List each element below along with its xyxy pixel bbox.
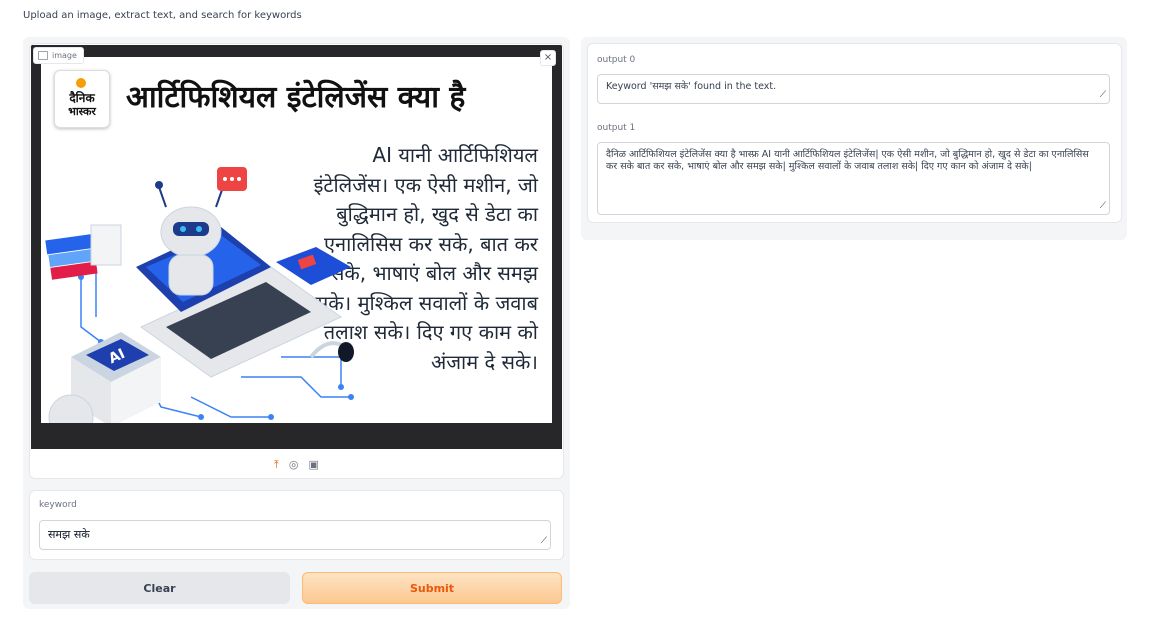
image-label-text: image [52,51,77,60]
image-source-toolbar: ⤒ ◎ ▣ [30,451,563,478]
image-icon [38,51,48,60]
submit-button[interactable]: Submit [302,572,562,604]
image-headline: आर्टिफिशियल इंटेलिजेंस क्या है [126,80,466,115]
output-0-value: Keyword 'समझ सके' found in the text. [606,81,777,92]
newspaper-logo: दैनिक भास्कर [54,70,110,128]
resize-handle-icon[interactable]: ⟋ [541,537,547,546]
image-upload-block[interactable]: image × दैनिक भास्कर आर्टिफिशियल इंटेलिज… [29,43,564,479]
image-block-label: image [33,47,84,64]
resize-handle-icon[interactable]: ⟋ [1100,202,1106,211]
output-1-value: दैनिळ आर्टिफिशियल इंटेलिजेंस क्या है भास… [606,149,1089,172]
keyword-label: keyword [39,500,77,510]
ai-illustration: AI [45,167,354,423]
output-column: output 0 Keyword 'समझ सके' found in the … [581,37,1127,240]
resize-handle-icon[interactable]: ⟋ [1100,91,1106,100]
keyword-input[interactable]: समझ सके ⟋ [39,520,551,550]
webcam-icon[interactable]: ◎ [289,458,299,471]
input-column: image × दैनिक भास्कर आर्टिफिशियल इंटेलिज… [23,37,570,609]
keyword-block: keyword समझ सके ⟋ [29,490,564,560]
image-preview-area: दैनिक भास्कर आर्टिफिशियल इंटेलिजेंस क्या… [31,45,562,449]
upload-icon[interactable]: ⤒ [274,458,279,472]
clear-button[interactable]: Clear [29,572,290,604]
outputs-block: output 0 Keyword 'समझ सके' found in the … [587,43,1122,223]
output-0-label: output 0 [597,55,636,65]
clipboard-icon[interactable]: ▣ [309,458,319,471]
app-description: Upload an image, extract text, and searc… [23,10,302,21]
uploaded-image: दैनिक भास्कर आर्टिफिशियल इंटेलिजेंस क्या… [41,57,552,423]
keyword-value[interactable]: समझ सके [48,528,90,541]
output-1-textbox[interactable]: दैनिळ आर्टिफिशियल इंटेलिजेंस क्या है भास… [597,142,1110,215]
output-1-label: output 1 [597,123,636,133]
output-0-textbox[interactable]: Keyword 'समझ सके' found in the text. ⟋ [597,74,1110,104]
clear-image-button[interactable]: × [540,50,556,66]
